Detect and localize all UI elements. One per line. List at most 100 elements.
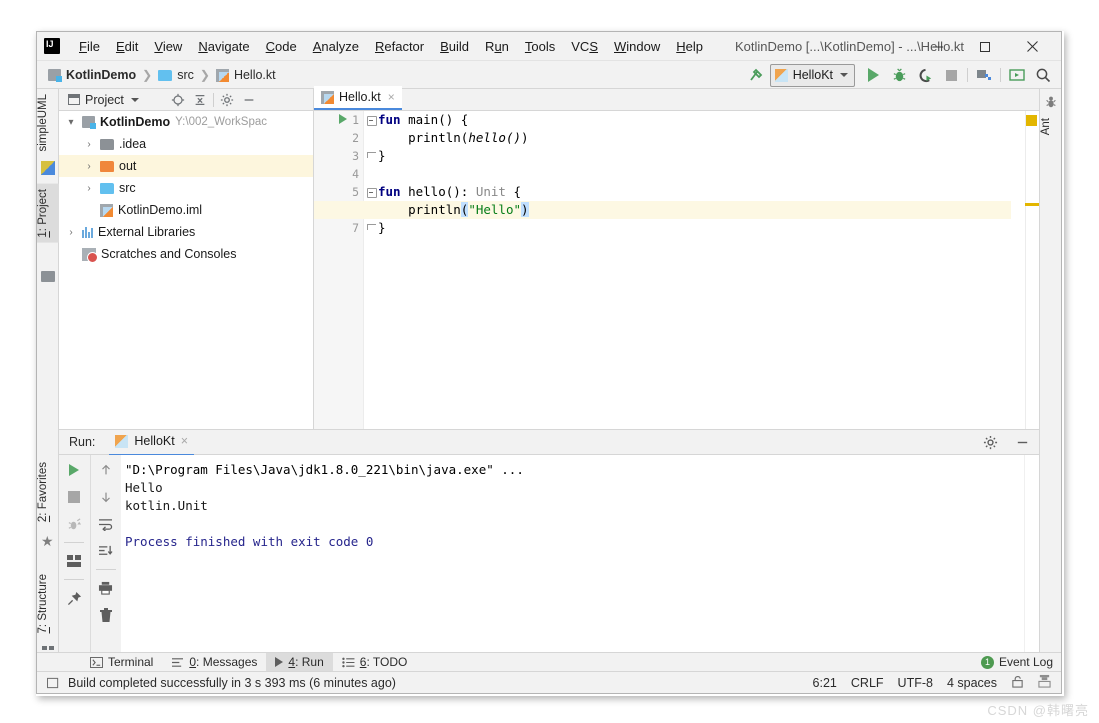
run-with-coverage-button[interactable] <box>913 64 937 86</box>
tool-tab-simpleuml[interactable]: simpleUML <box>37 89 59 157</box>
console-output[interactable]: "D:\Program Files\Java\jdk1.8.0_221\bin\… <box>121 455 1025 653</box>
menu-item-window[interactable]: Window <box>606 36 668 57</box>
print-icon[interactable] <box>95 579 117 597</box>
menu-item-build[interactable]: Build <box>432 36 477 57</box>
stop-button[interactable] <box>939 64 963 86</box>
menu-item-file[interactable]: File <box>71 36 108 57</box>
close-button[interactable] <box>1009 32 1055 61</box>
close-icon[interactable]: × <box>181 434 188 448</box>
build-hammer-icon[interactable] <box>744 64 768 86</box>
run-gutter-icon[interactable] <box>339 114 347 124</box>
scroll-to-end-icon[interactable] <box>95 542 117 560</box>
tool-tab-structure[interactable]: 7: Structure <box>37 569 59 638</box>
minimize-button[interactable] <box>915 32 961 61</box>
tree-row-external-libraries[interactable]: › External Libraries <box>59 221 313 243</box>
menu-item-run[interactable]: Run <box>477 36 517 57</box>
bottom-tab-label: 0: Messages <box>189 655 258 669</box>
tree-row-scratches[interactable]: Scratches and Consoles <box>59 243 313 265</box>
menu-item-refactor[interactable]: Refactor <box>367 36 432 57</box>
breadcrumb-label: Hello.kt <box>233 68 276 82</box>
bottom-tab-todo[interactable]: 6: TODO <box>333 653 417 672</box>
bottom-tab-terminal[interactable]: Terminal <box>81 653 162 672</box>
line-number: 2 <box>352 131 359 145</box>
maximize-button[interactable] <box>962 32 1008 61</box>
tree-row-out[interactable]: › out <box>59 155 313 177</box>
menu-item-view[interactable]: View <box>146 36 190 57</box>
tree-label: src <box>119 181 136 195</box>
project-panel-title-group[interactable]: Project <box>68 93 139 107</box>
line-separator[interactable]: CRLF <box>851 676 884 690</box>
console-scrollbar[interactable] <box>1024 455 1039 653</box>
run-configuration-selector[interactable]: HelloKt <box>769 63 855 87</box>
chevron-right-icon[interactable]: › <box>65 227 77 238</box>
collapse-all-icon[interactable] <box>189 89 211 111</box>
terminal-icon <box>90 656 103 668</box>
update-app-button[interactable] <box>1005 64 1029 86</box>
close-icon[interactable]: × <box>388 90 395 104</box>
rerun-icon[interactable] <box>63 461 85 479</box>
run-button[interactable] <box>861 64 885 86</box>
up-icon[interactable] <box>95 461 117 479</box>
menu-item-edit[interactable]: Edit <box>108 36 146 57</box>
toolbar-divider <box>95 569 116 570</box>
layout-icon[interactable] <box>63 552 85 570</box>
settings-gear-icon[interactable] <box>216 89 238 111</box>
menu-item-analyze[interactable]: Analyze <box>305 36 367 57</box>
code-text-span: main() { <box>400 112 469 127</box>
soft-wrap-icon[interactable] <box>95 515 117 533</box>
toolbar-divider <box>64 579 85 580</box>
bottom-tab-messages[interactable]: 0: Messages <box>162 653 266 672</box>
project-structure-button[interactable] <box>972 64 996 86</box>
stop-icon[interactable] <box>63 488 85 506</box>
menu-item-navigate[interactable]: Navigate <box>190 36 257 57</box>
caret-position[interactable]: 6:21 <box>813 676 837 690</box>
tool-tab-favorites[interactable]: 2: Favorites <box>37 457 59 527</box>
bottom-tab-run[interactable]: 4: Run <box>266 652 333 672</box>
scratches-icon <box>82 247 98 263</box>
tool-tab-project[interactable]: 1: Project <box>37 184 59 243</box>
fold-region-icon[interactable] <box>367 116 377 126</box>
menu-item-code[interactable]: Code <box>258 36 305 57</box>
debug-button[interactable] <box>887 64 911 86</box>
tree-row-idea[interactable]: › .idea <box>59 133 313 155</box>
breadcrumb-item-project[interactable]: KotlinDemo <box>45 68 139 82</box>
menu-item-tools[interactable]: Tools <box>517 36 563 57</box>
hide-panel-icon[interactable] <box>238 89 260 111</box>
search-everywhere-button[interactable] <box>1031 64 1055 86</box>
hide-panel-icon[interactable] <box>1011 431 1033 453</box>
tree-sublabel: Y:\002_WorkSpac <box>175 116 267 128</box>
down-icon[interactable] <box>95 488 117 506</box>
tree-row-iml[interactable]: KotlinDemo.iml <box>59 199 313 221</box>
bottom-tab-label: 4: Run <box>288 655 324 669</box>
run-tab-label: HelloKt <box>134 434 175 448</box>
breadcrumb-item-file[interactable]: Hello.kt <box>213 68 279 82</box>
inspector-icon[interactable] <box>1038 674 1051 691</box>
event-log-button[interactable]: 1 Event Log <box>980 655 1053 669</box>
chevron-right-icon[interactable]: › <box>83 139 95 150</box>
file-encoding[interactable]: UTF-8 <box>898 676 933 690</box>
locate-icon[interactable] <box>167 89 189 111</box>
tool-tab-ant[interactable]: Ant <box>1040 113 1062 140</box>
line-number: 7 <box>352 221 359 235</box>
pin-icon[interactable] <box>63 589 85 607</box>
matched-paren-close: ) <box>521 202 529 217</box>
fold-region-icon[interactable] <box>367 188 377 198</box>
line-marker[interactable] <box>1025 203 1039 206</box>
lock-icon[interactable] <box>1011 675 1024 691</box>
chevron-down-icon[interactable]: ▾ <box>65 117 77 128</box>
settings-gear-icon[interactable] <box>979 431 1001 453</box>
menu-item-help[interactable]: Help <box>668 36 711 57</box>
clear-all-icon[interactable] <box>95 606 117 624</box>
intellij-logo-icon <box>44 38 60 54</box>
tree-row-kotlindemo[interactable]: ▾ KotlinDemo Y:\002_WorkSpac <box>59 111 313 133</box>
indent-setting[interactable]: 4 spaces <box>947 676 997 690</box>
tree-row-src[interactable]: › src <box>59 177 313 199</box>
menu-item-vcs[interactable]: VCS <box>563 36 606 57</box>
chevron-right-icon[interactable]: › <box>83 183 95 194</box>
breadcrumb-item-src[interactable]: src <box>155 68 197 82</box>
editor-tab-hello-kt[interactable]: Hello.kt × <box>314 86 402 110</box>
warning-marker-icon[interactable] <box>1026 115 1037 126</box>
run-tab-hellokt[interactable]: HelloKt × <box>109 429 195 456</box>
chevron-right-icon[interactable]: › <box>83 161 95 172</box>
rerun-failed-icon[interactable] <box>63 515 85 533</box>
